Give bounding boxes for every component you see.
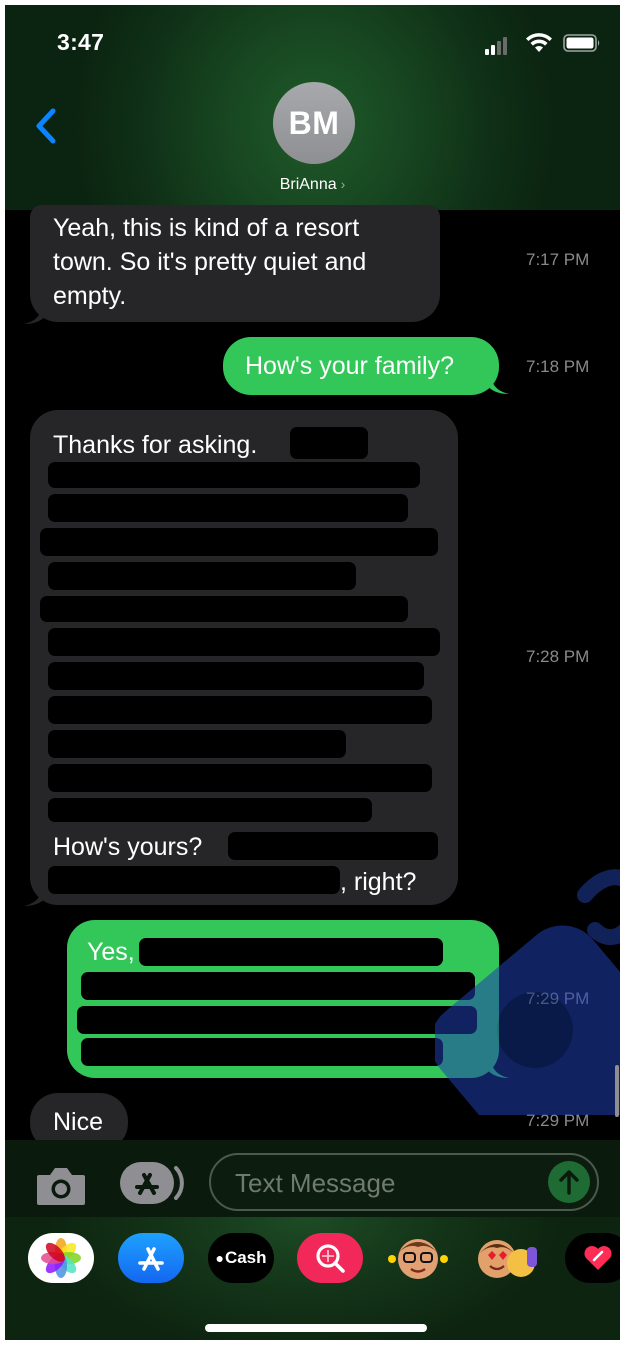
contact-avatar[interactable]: BM <box>273 82 355 164</box>
app-store-icon[interactable] <box>118 1233 184 1283</box>
back-chevron-icon[interactable] <box>29 105 63 147</box>
message-bubble-incoming[interactable]: Yeah, this is kind of a resort town. So … <box>30 205 440 322</box>
redaction-mark <box>81 1038 443 1066</box>
text-message-input[interactable]: Text Message <box>209 1153 599 1211</box>
redaction-mark <box>48 662 424 690</box>
redaction-mark <box>48 866 340 894</box>
message-timestamp: 7:18 PM <box>526 357 590 376</box>
redaction-mark <box>48 730 346 758</box>
redaction-mark <box>48 562 356 590</box>
message-text-start: Thanks for asking. <box>53 431 258 459</box>
cash-label: Cash <box>224 1248 267 1267</box>
status-time: 3:47 <box>57 29 105 55</box>
message-timestamp: 7:29 PM <box>526 1111 590 1130</box>
message-text-end: , right? <box>340 868 417 896</box>
camera-icon[interactable] <box>35 1165 87 1207</box>
arrow-up-icon <box>559 1170 579 1195</box>
message-bubble-incoming[interactable]: Thanks for asking. How's yours? , right? <box>30 410 458 905</box>
redaction-mark <box>48 696 432 724</box>
bubble-tail <box>487 373 509 394</box>
message-bubble-outgoing[interactable]: Yes, <box>67 920 499 1078</box>
chevron-right-icon: › <box>340 176 346 192</box>
redaction-mark <box>48 494 408 522</box>
redaction-mark <box>290 427 368 459</box>
apple-logo-icon: ● <box>215 1250 224 1266</box>
redaction-mark <box>48 628 440 656</box>
digital-touch-icon[interactable] <box>565 1233 620 1283</box>
redaction-mark <box>81 972 475 1000</box>
scroll-indicator[interactable] <box>615 1065 619 1117</box>
search-images-icon[interactable] <box>297 1233 363 1283</box>
message-timestamp: 7:29 PM <box>526 989 590 1008</box>
phone-screen: 3:47 BM BriAnna › Yeah, this is kind of … <box>5 5 620 1340</box>
text-message-placeholder: Text Message <box>235 1168 396 1198</box>
cash-icon[interactable]: ● Cash <box>208 1233 274 1283</box>
message-text: How's your family? <box>245 352 454 380</box>
message-text-middle: How's yours? <box>53 833 203 861</box>
app-store-apps-icon[interactable] <box>118 1160 184 1206</box>
status-bar: 3:47 <box>5 5 620 75</box>
message-text-start: Yes, <box>87 938 135 966</box>
redaction-mark <box>48 462 420 488</box>
send-button[interactable] <box>548 1161 590 1203</box>
memoji-icon[interactable] <box>385 1233 451 1283</box>
bubble-tail <box>24 303 46 324</box>
animoji-stickers-icon[interactable] <box>475 1233 541 1283</box>
photos-icon[interactable] <box>28 1233 94 1283</box>
message-text: Nice <box>53 1108 104 1136</box>
redaction-mark <box>228 832 438 860</box>
contact-name: BriAnna <box>279 176 337 193</box>
cellular-signal-icon <box>485 37 507 55</box>
redaction-mark <box>48 798 372 822</box>
battery-icon <box>563 34 600 52</box>
contact-name-button[interactable]: BriAnna › <box>5 176 620 194</box>
bubble-tail <box>487 1057 509 1078</box>
redaction-mark <box>139 938 443 966</box>
redaction-mark <box>40 528 438 556</box>
message-timestamp: 7:28 PM <box>526 647 590 666</box>
redaction-mark <box>77 1006 477 1034</box>
bubble-tail <box>24 885 46 906</box>
redaction-mark <box>48 764 432 792</box>
conversation-header: 3:47 BM BriAnna › <box>5 5 620 210</box>
message-bubble-outgoing[interactable]: How's your family? <box>223 337 499 395</box>
message-timestamp: 7:17 PM <box>526 250 590 269</box>
home-indicator[interactable] <box>205 1324 427 1332</box>
message-text: Yeah, this is kind of a resort town. So … <box>53 214 367 310</box>
redaction-mark <box>40 596 408 622</box>
wifi-icon <box>526 33 552 52</box>
